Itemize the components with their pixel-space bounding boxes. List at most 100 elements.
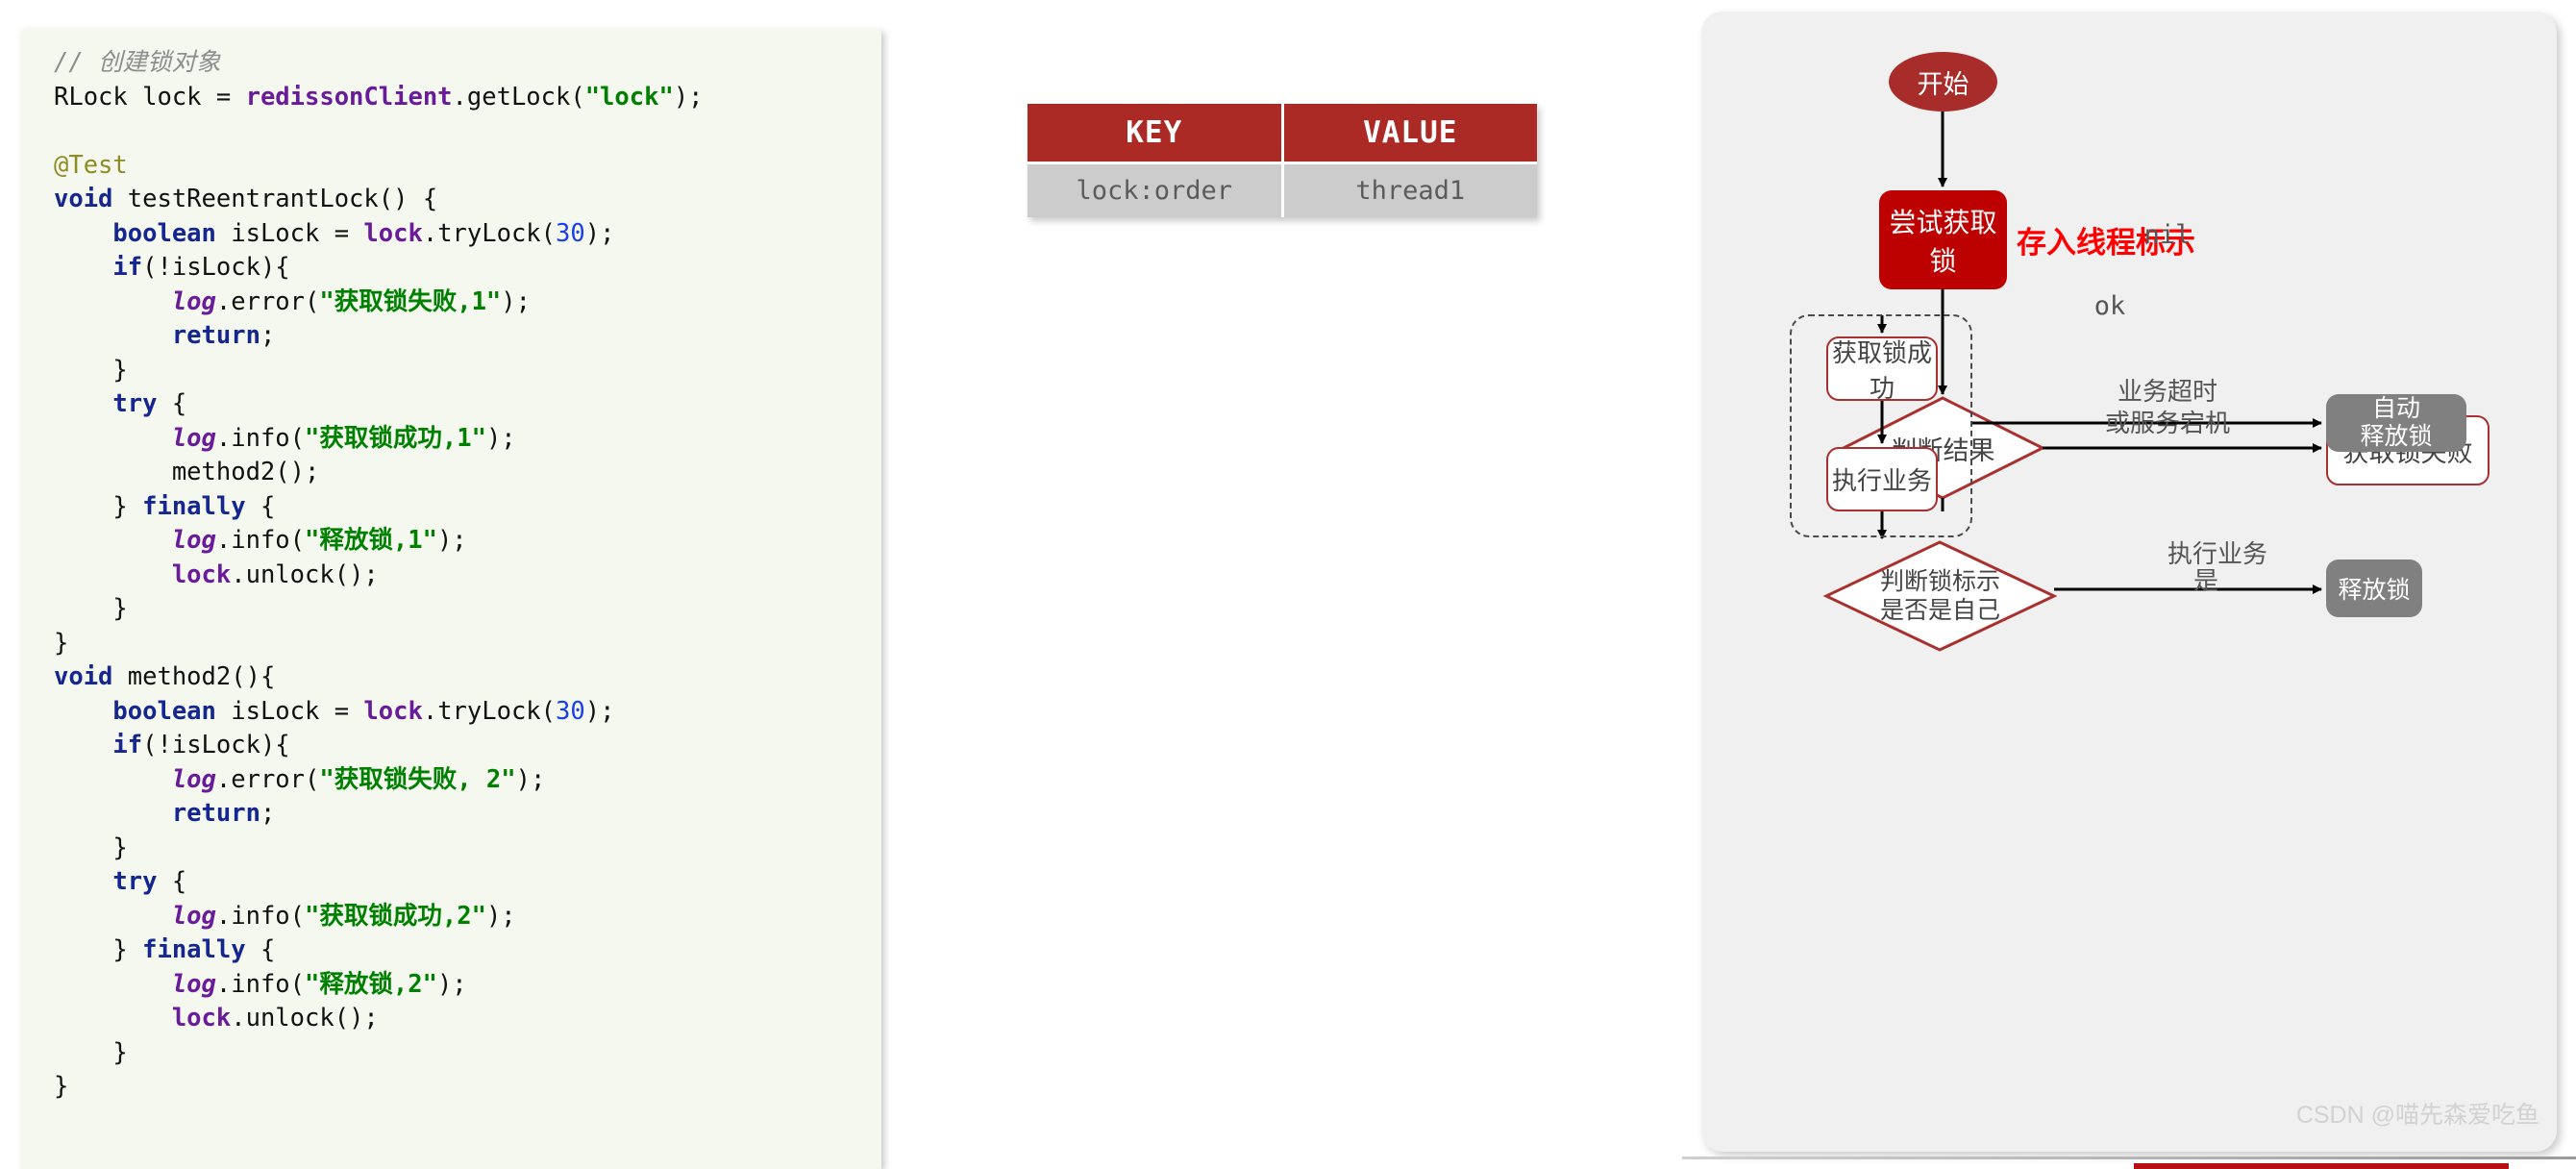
code-token: RLock lock = — [54, 83, 246, 112]
flow-node-try-acquire-lock[interactable]: 尝试获取锁 — [1879, 190, 2007, 289]
code-token: @Test — [54, 151, 128, 180]
flow-node-judge-owner-line2: 是否是自己 — [1880, 596, 2000, 625]
code-token: lock — [363, 697, 422, 726]
flow-node-auto-release-line1: 自动 — [2372, 395, 2420, 423]
code-token — [54, 902, 172, 931]
edge-label-yes: 是 — [2182, 561, 2230, 596]
code-token: "获取锁成功,2" — [305, 902, 486, 931]
code-token: "释放锁,1" — [305, 526, 437, 555]
flowchart-panel: 开始 尝试获取锁 存入线程标示 判断结果 nil ok 获取锁失败 获取锁成功 … — [1701, 12, 2557, 1152]
code-token: log — [172, 287, 216, 316]
code-token — [54, 287, 172, 316]
code-token: log — [172, 526, 216, 555]
code-token — [54, 731, 112, 759]
edge-label-timeout-line2: 或服务宕机 — [2105, 408, 2230, 439]
code-token: finally — [142, 935, 245, 964]
code-block-panel: // 创建锁对象 RLock lock = redissonClient.get… — [21, 29, 881, 1169]
code-token: finally — [142, 492, 245, 521]
code-token: ); — [516, 765, 546, 794]
code-token: lock — [172, 560, 231, 589]
table-header-row: KEY VALUE — [1028, 104, 1537, 162]
flow-node-execute-business[interactable]: 执行业务 — [1826, 447, 1938, 511]
code-token: (!isLock){ — [142, 731, 290, 759]
code-token: { — [246, 492, 276, 521]
code-token: isLock = — [216, 219, 364, 248]
code-token: ); — [585, 697, 615, 726]
code-token: } — [54, 833, 128, 862]
bottom-divider — [1682, 1157, 2576, 1159]
code-token: .unlock(); — [231, 560, 379, 589]
code-token: if — [112, 253, 142, 282]
code-token: log — [172, 970, 216, 999]
code-token: ); — [674, 83, 704, 112]
code-token: { — [246, 935, 276, 964]
edge-label-ok: ok — [2076, 286, 2143, 325]
code-token — [54, 219, 112, 248]
code-token: "获取锁失败, 2" — [319, 765, 515, 794]
flow-node-auto-release-line2: 释放锁 — [2360, 423, 2432, 451]
code-token: .info( — [216, 902, 305, 931]
flow-node-start[interactable]: 开始 — [1889, 52, 1997, 112]
code-token: .error( — [216, 765, 319, 794]
code-token: ); — [437, 970, 467, 999]
bottom-red-bar — [2134, 1163, 2509, 1169]
cell-key: lock:order — [1028, 164, 1284, 217]
code-token: void — [54, 185, 112, 213]
code-token: isLock = — [216, 697, 364, 726]
code-token: { — [157, 867, 186, 896]
code-token — [54, 389, 112, 418]
code-token — [54, 799, 172, 828]
code-token: log — [172, 765, 216, 794]
watermark-text: CSDN @喵先森爱吃鱼 — [2296, 1096, 2539, 1131]
code-token: return — [172, 321, 260, 350]
code-token — [54, 765, 172, 794]
code-token — [54, 526, 172, 555]
flow-node-auto-release-lock[interactable]: 自动 释放锁 — [2326, 394, 2466, 452]
code-token: log — [172, 902, 216, 931]
code-token: "获取锁成功,1" — [305, 424, 486, 453]
code-token: } — [54, 629, 68, 658]
flow-node-judge-lock-owner[interactable]: 判断锁标示 是否是自己 — [1826, 542, 2054, 650]
code-token: } — [54, 594, 128, 623]
redis-key-value-table: KEY VALUE lock:order thread1 — [1028, 104, 1537, 217]
code-token: lock — [172, 1004, 231, 1032]
cell-value: thread1 — [1284, 164, 1538, 217]
table-row: lock:order thread1 — [1028, 164, 1537, 217]
code-token: testReentrantLock() { — [112, 185, 437, 213]
code-token: ); — [585, 219, 615, 248]
code-token: .unlock(); — [231, 1004, 379, 1032]
code-token: if — [112, 731, 142, 759]
code-token — [54, 1004, 172, 1032]
code-token: 30 — [556, 697, 585, 726]
code-token — [54, 867, 112, 896]
code-token: ; — [260, 799, 275, 828]
code-token — [54, 697, 112, 726]
column-header-value: VALUE — [1284, 104, 1538, 162]
code-token: void — [54, 662, 112, 691]
code-token: try — [112, 389, 157, 418]
code-token: } — [54, 935, 142, 964]
code-token — [54, 560, 172, 589]
java-source-code: // 创建锁对象 RLock lock = redissonClient.get… — [54, 46, 881, 1105]
code-token: } — [54, 492, 142, 521]
code-token: .info( — [216, 424, 305, 453]
code-token: ); — [437, 526, 467, 555]
code-token: (!isLock){ — [142, 253, 290, 282]
edge-label-timeout: 业务超时 或服务宕机 — [2076, 369, 2259, 446]
edge-label-nil: nil — [2124, 215, 2211, 254]
code-token — [54, 970, 172, 999]
code-token: log — [172, 424, 216, 453]
code-token: ); — [486, 424, 516, 453]
column-header-key: KEY — [1028, 104, 1284, 162]
code-token: 30 — [556, 219, 585, 248]
code-token — [54, 321, 172, 350]
code-token: try — [112, 867, 157, 896]
code-token: boolean — [112, 219, 215, 248]
code-token: "释放锁,2" — [305, 970, 437, 999]
flow-node-acquire-success[interactable]: 获取锁成功 — [1826, 336, 1938, 401]
code-token: return — [172, 799, 260, 828]
code-token: .getLock( — [453, 83, 585, 112]
flow-node-release-lock[interactable]: 释放锁 — [2326, 560, 2422, 617]
code-token: } — [54, 356, 128, 385]
code-token — [54, 253, 112, 282]
